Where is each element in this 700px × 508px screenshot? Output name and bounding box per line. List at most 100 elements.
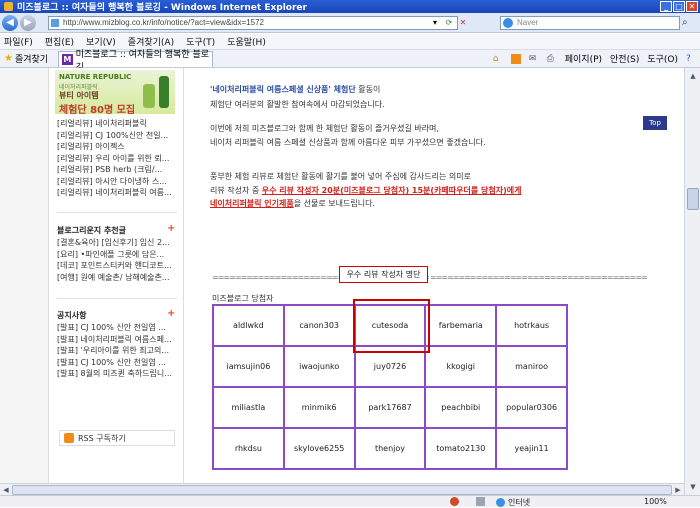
browser-tab[interactable]: M 미즈블로그 :: 여자들의 행복한 블로깅 xyxy=(58,50,213,73)
table-cell: minmik6 xyxy=(283,387,355,428)
recommend-item[interactable]: [여행] 원예 예술촌/ 남해예술촌... xyxy=(57,272,172,284)
recommend-list: [결혼&육아] [임신후기] 임신 2... [요리] •파인애플 그릇에 담은… xyxy=(57,237,172,283)
site-favicon xyxy=(51,19,59,27)
divider xyxy=(57,212,177,213)
favorites-star-icon[interactable]: ★ xyxy=(4,53,13,64)
safety-menu[interactable]: 안전(S) xyxy=(610,52,639,65)
refresh-icon[interactable]: ⟳ xyxy=(444,17,454,27)
notice-item[interactable]: [발표] CJ 100% 신안 천일염 ... xyxy=(57,322,172,334)
table-cell: miliastla xyxy=(213,387,284,428)
menu-file[interactable]: 파일(F) xyxy=(4,35,33,48)
text: 리뷰 작성자 중 xyxy=(210,186,262,195)
help-icon[interactable]: ? xyxy=(686,54,696,64)
highlight-text: 네이처리퍼블릭 인기제품 xyxy=(210,199,294,208)
print-icon[interactable]: ⎙ xyxy=(547,54,557,64)
popup-blocker-icon[interactable] xyxy=(450,497,459,506)
table-cell: rhkdsu xyxy=(213,428,284,469)
table-cell: kkogigi xyxy=(425,346,497,387)
review-item[interactable]: [리얼리뷰] 아시안 다이냉하 스... xyxy=(57,176,172,188)
notice-more-icon[interactable]: + xyxy=(167,308,175,319)
notice-title: 공지사항 xyxy=(57,311,87,320)
page-margin xyxy=(0,68,48,495)
review-item[interactable]: [리얼리뷰] 우리 아이를 위한 뢰... xyxy=(57,153,172,165)
top-button[interactable]: Top xyxy=(643,116,667,130)
table-cell: canon303 xyxy=(283,305,355,346)
dropdown-icon[interactable]: ▾ xyxy=(430,17,440,27)
review-item[interactable]: [리얼리뷰] 아이젝스 xyxy=(57,141,172,153)
stop-icon[interactable]: ✕ xyxy=(458,17,468,27)
announcement-line-4: 네이처 리퍼블릭 여름 스페셜 신상품과 함께 아름다운 피부 가꾸셨으면 좋겠… xyxy=(210,138,486,147)
zoom-control[interactable]: 100% xyxy=(644,497,667,506)
url-field[interactable]: http://www.mizblog.co.kr/info/notice/?ac… xyxy=(48,16,458,30)
scroll-up-icon[interactable]: ▲ xyxy=(687,70,699,82)
table-cell: park17687 xyxy=(354,387,426,428)
scroll-thumb[interactable] xyxy=(12,485,672,495)
review-item[interactable]: [리얼리뷰] CJ 100%신안 천일... xyxy=(57,130,172,142)
review-item[interactable]: [리얼리뷰] 네이처리퍼블릭 xyxy=(57,118,172,130)
notice-item[interactable]: [발표] 8월의 미즈퀸 축하드립니... xyxy=(57,368,172,380)
command-bar: ⌂ ✉ ⎙ 페이지(P) 안전(S) 도구(O) ? xyxy=(493,52,696,65)
address-bar: ◀ ▶ http://www.mizblog.co.kr/info/notice… xyxy=(0,13,700,33)
globe-icon xyxy=(496,498,505,507)
feeds-icon[interactable] xyxy=(510,53,521,64)
tools-menu[interactable]: 도구(O) xyxy=(647,52,678,65)
ie-icon xyxy=(4,2,13,11)
highlight-box xyxy=(353,299,430,353)
notice-item[interactable]: [발표] 네이처리퍼블릭 여름스페... xyxy=(57,334,172,346)
search-placeholder: Naver xyxy=(517,18,539,27)
notice-item[interactable]: [발표] '우리아이를 위한 최고의... xyxy=(57,345,172,357)
menu-edit[interactable]: 편집(E) xyxy=(45,35,74,48)
recommend-item[interactable]: [결혼&육아] [임신후기] 임신 2... xyxy=(57,237,172,249)
menu-help[interactable]: 도움말(H) xyxy=(227,35,266,48)
scroll-thumb[interactable] xyxy=(687,188,699,210)
notice-item[interactable]: [발표] CJ 100% 신안 천일염 ... xyxy=(57,357,172,369)
address-actions: ▾ ⟳ ✕ xyxy=(430,17,468,27)
maximize-button[interactable]: □ xyxy=(673,1,685,12)
announcement-line-6: 리뷰 작성자 중 우수 리뷰 작성자 20분(미즈블로그 당첨자) 15분(카페… xyxy=(210,185,521,196)
table-cell: hotrkaus xyxy=(496,305,567,346)
window-title: 미즈블로그 :: 여자들의 행복한 블로깅 - Windows Internet… xyxy=(17,3,307,13)
page-content: NATURE REPUBLIC 네이처리퍼블릭 뷰티 아이템 체험단 80명 모… xyxy=(0,68,684,495)
vertical-scrollbar[interactable]: ▲ ▼ xyxy=(684,68,700,495)
close-button[interactable]: ✕ xyxy=(686,1,698,12)
rss-subscribe-button[interactable]: RSS 구독하기 xyxy=(59,430,175,446)
sidebar: NATURE REPUBLIC 네이처리퍼블릭 뷰티 아이템 체험단 80명 모… xyxy=(48,68,184,495)
review-item[interactable]: [리얼리뷰] 네이처리퍼블릭 여름... xyxy=(57,187,172,199)
recommend-item[interactable]: [요리] •파인애플 그릇에 담은... xyxy=(57,249,172,261)
home-icon[interactable]: ⌂ xyxy=(493,54,503,64)
recommend-item[interactable]: [데코] 포인트스티커와 핸디코트... xyxy=(57,260,172,272)
forward-button[interactable]: ▶ xyxy=(20,14,36,31)
table-cell: iwaojunko xyxy=(283,346,355,387)
review-item[interactable]: [리얼리뷰] PSB herb (크림/... xyxy=(57,164,172,176)
security-icon xyxy=(476,497,485,506)
announcement-line-5: 풍부한 체험 리뷰로 체험단 활동에 활기를 불어 넣어 주심에 감사드리는 의… xyxy=(210,172,471,181)
zone-label: 인터넷 xyxy=(508,498,531,507)
announcement-line-7: 네이처리퍼블릭 인기제품을 선물로 보내드립니다. xyxy=(210,198,375,209)
mail-icon[interactable]: ✉ xyxy=(529,54,539,64)
favorites-button[interactable]: 즐겨찾기 xyxy=(15,52,48,65)
table-cell: peachbibi xyxy=(425,387,497,428)
announcement-line-2: 체험단 여러분의 활발한 참여속에서 마감되었습니다. xyxy=(210,100,385,109)
banner-heading: 뷰티 아이템 xyxy=(59,91,99,100)
recommend-title: 블로그리운지 추천글 xyxy=(57,226,127,235)
divider xyxy=(57,298,177,299)
search-input[interactable]: Naver xyxy=(500,16,680,30)
favorites-bar: ★ 즐겨찾기 M 미즈블로그 :: 여자들의 행복한 블로깅 ⌂ ✉ ⎙ 페이지… xyxy=(0,50,700,73)
divider-right: ====================================== xyxy=(430,273,648,282)
scroll-down-icon[interactable]: ▼ xyxy=(687,481,699,493)
search-provider-icon xyxy=(503,18,513,28)
banner-brand: NATURE REPUBLIC xyxy=(59,73,132,81)
table-cell: iamsujin06 xyxy=(213,346,284,387)
highlight-text: 우수 리뷰 작성자 20분(미즈블로그 당첨자) 15분(카페따우더를 당첨자)… xyxy=(261,186,522,195)
event-name: '네이처리퍼블릭 여름스페셜 신상품' 체험단 xyxy=(210,85,356,94)
recommend-more-icon[interactable]: + xyxy=(167,223,175,234)
table-cell: yeajin11 xyxy=(496,428,567,469)
horizontal-scrollbar[interactable]: ◀ ▶ xyxy=(0,483,684,495)
nature-republic-banner[interactable]: NATURE REPUBLIC 네이처리퍼블릭 뷰티 아이템 체험단 80명 모… xyxy=(55,70,175,116)
search-icon[interactable]: ⌕ xyxy=(682,17,688,28)
page-menu[interactable]: 페이지(P) xyxy=(565,52,602,65)
table-cell: aldlwkd xyxy=(213,305,284,346)
minimize-button[interactable]: _ xyxy=(660,1,672,12)
rss-label: RSS 구독하기 xyxy=(78,433,126,443)
back-button[interactable]: ◀ xyxy=(2,14,18,31)
